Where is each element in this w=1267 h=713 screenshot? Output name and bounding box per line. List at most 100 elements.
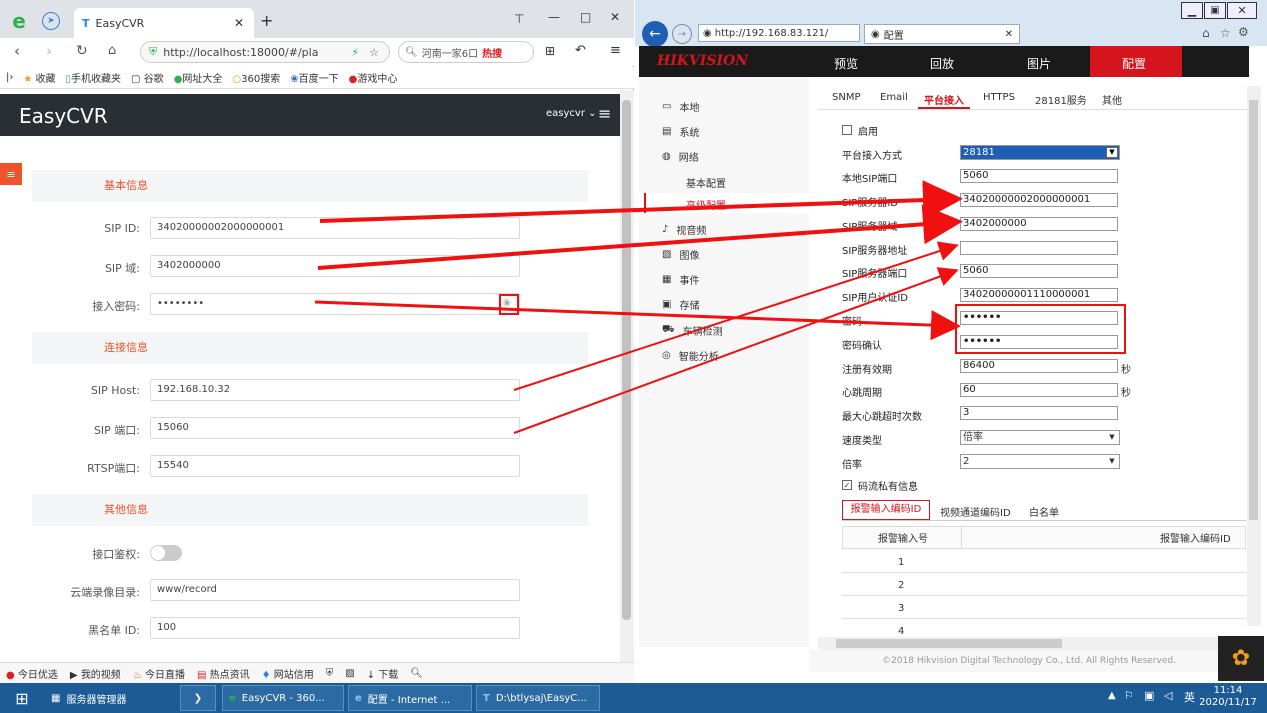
taskbar-clock[interactable]: 11:14 2020/11/17	[1198, 685, 1258, 709]
heartbeat-input[interactable]: 60	[960, 383, 1118, 397]
apps-grid-icon[interactable]: ⊞	[545, 44, 555, 58]
ie-maximize-icon[interactable]: ▣	[1204, 2, 1226, 19]
fav-item-2[interactable]: ▢ 谷歌	[131, 70, 164, 85]
fav-item-1[interactable]: ▯手机收藏夹	[66, 70, 122, 85]
tab-https[interactable]: HTTPS	[983, 92, 1015, 103]
ie-url-bar[interactable]: ◉ http://192.168.83.121/	[698, 24, 860, 42]
shirt-icon[interactable]: ⊤	[514, 12, 524, 26]
enable-checkbox[interactable]	[842, 125, 852, 135]
status-item-4[interactable]: ♦ 网站信用	[262, 666, 314, 681]
sidebar-item-vehicle[interactable]: ⛟ 车辆检测	[662, 323, 723, 338]
ie-forward-icon[interactable]: →	[672, 24, 692, 44]
ie-tab-config[interactable]: ◉ 配置 ✕	[864, 24, 1020, 44]
close-tab-icon[interactable]: ✕	[234, 16, 244, 30]
access-mode-select[interactable]: 28181 ▼	[960, 145, 1120, 160]
auth-toggle[interactable]	[150, 545, 182, 561]
tray-volume-icon[interactable]: ◁	[1164, 689, 1172, 702]
sip-server-id-input[interactable]: 34020000002000000001	[960, 193, 1118, 207]
status-item-3[interactable]: ▤ 热点资讯	[197, 666, 250, 681]
sidebar-item-storage[interactable]: ▣ 存储	[662, 297, 699, 312]
url-bar[interactable]: ⛨ http://localhost:18000/#/pla ⚡ ☆	[140, 41, 390, 63]
back-icon[interactable]: ‹	[14, 42, 20, 60]
recorder-app-icon[interactable]: ✿	[1218, 636, 1264, 681]
password-input[interactable]: ••••••••	[150, 293, 520, 315]
taskbar-powershell[interactable]: ❯	[180, 685, 216, 711]
main-menu-icon[interactable]: ≡	[610, 43, 621, 58]
fav-item-3[interactable]: ●网址大全	[174, 70, 223, 85]
user-menu[interactable]: easycvr ⌄	[546, 108, 597, 119]
hamburger-icon[interactable]: ≡	[598, 104, 611, 123]
ie-minimize-icon[interactable]: ▁	[1181, 2, 1203, 19]
home-icon[interactable]: ⌂	[108, 43, 116, 58]
sidebar-item-image[interactable]: ▧ 图像	[662, 247, 699, 262]
windows-start-icon[interactable]: ⊞	[10, 688, 34, 708]
sip-host-input[interactable]: 192.168.10.32	[150, 379, 520, 401]
nav-playback[interactable]: 回放	[930, 55, 954, 72]
sidebar-sub-advanced[interactable]: 高级配置	[686, 197, 726, 212]
taskbar-folder[interactable]: T D:\btlysaj\EasyC...	[476, 685, 600, 711]
status-item-0[interactable]: ● 今日优选	[6, 666, 58, 681]
rate-select[interactable]: 2 ▼	[960, 454, 1120, 469]
side-menu-toggle-icon[interactable]: ≡	[0, 163, 22, 185]
nav-preview[interactable]: 预览	[834, 55, 858, 72]
navigation-icon[interactable]: ➤	[42, 12, 60, 30]
tab-28181-service[interactable]: 28181服务	[1035, 92, 1087, 107]
close-window-icon[interactable]: ✕	[610, 10, 620, 24]
lightning-icon[interactable]: ⚡	[351, 46, 359, 59]
scrollbar-thumb[interactable]	[622, 100, 631, 620]
search-box[interactable]: 🔍︎ 河南一家6口 热搜	[398, 41, 534, 63]
tray-arrow-icon[interactable]: ▲	[1108, 690, 1116, 701]
status-item-5[interactable]: ↓ 下载	[367, 666, 399, 681]
fav-item-6[interactable]: ●游戏中心	[349, 70, 398, 85]
status-item-2[interactable]: ♨ 今日直播	[133, 666, 185, 681]
sidebar-item-local[interactable]: ▭ 本地	[662, 99, 699, 114]
tray-network-icon[interactable]: ▣	[1144, 689, 1154, 702]
tab-other[interactable]: 其他	[1102, 92, 1122, 107]
taskbar-easycvr[interactable]: e EasyCVR - 360...	[222, 685, 344, 711]
sidebar-toggle-icon[interactable]: |›	[6, 72, 13, 83]
max-timeout-input[interactable]: 3	[960, 406, 1118, 420]
ie-close-icon[interactable]: ✕	[1227, 2, 1257, 19]
fav-item-5[interactable]: ❀百度一下	[290, 70, 338, 85]
ie-close-tab-icon[interactable]: ✕	[1005, 29, 1013, 40]
reload-icon[interactable]: ↻	[76, 43, 88, 59]
stream-private-checkbox[interactable]: ✓	[842, 480, 852, 490]
zoom-icon[interactable]: 🔍︎	[410, 668, 423, 679]
speed-type-select[interactable]: 倍率 ▼	[960, 430, 1120, 445]
nav-config[interactable]: 配置	[1122, 55, 1146, 72]
local-sip-port-input[interactable]: 5060	[960, 169, 1118, 183]
hik-scrollbar-thumb[interactable]	[1249, 100, 1258, 520]
sidebar-item-event[interactable]: ▦ 事件	[662, 272, 699, 287]
tab-easycvr[interactable]: T EasyCVR ✕	[74, 8, 254, 38]
fav-item-0[interactable]: ★ 收藏	[23, 70, 55, 85]
image-icon[interactable]: ▨	[345, 668, 354, 679]
tray-lang[interactable]: 英	[1184, 689, 1195, 705]
tab-email[interactable]: Email	[880, 92, 908, 103]
rtsp-port-input[interactable]: 15540	[150, 455, 520, 477]
sidebar-sub-basic[interactable]: 基本配置	[686, 175, 726, 190]
forward-icon[interactable]: ›	[46, 42, 52, 60]
ie-favorites-icon[interactable]: ☆	[1220, 26, 1231, 40]
record-dir-input[interactable]: www/record	[150, 579, 520, 601]
tray-flag-icon[interactable]: ⚐	[1124, 689, 1134, 702]
undo-icon[interactable]: ↶	[575, 43, 586, 58]
sip-domain-input[interactable]: 3402000000	[150, 255, 520, 277]
nav-pictures[interactable]: 图片	[1027, 55, 1051, 72]
reg-valid-input[interactable]: 86400	[960, 359, 1118, 373]
maximize-icon[interactable]: □	[580, 10, 591, 24]
tab-video-channel-id[interactable]: 视频通道编码ID	[940, 504, 1011, 519]
taskbar-ie[interactable]: e 配置 - Internet ...	[348, 685, 472, 711]
status-item-1[interactable]: ▶ 我的视频	[70, 666, 121, 681]
sip-server-port-input[interactable]: 5060	[960, 264, 1118, 278]
tab-snmp[interactable]: SNMP	[832, 92, 861, 103]
new-tab-icon[interactable]: +	[260, 11, 273, 30]
star-dropdown-icon[interactable]: ☆	[369, 46, 379, 59]
taskbar-server-manager[interactable]: ▦ 服务器管理器	[44, 685, 174, 711]
shield-icon[interactable]: ⛨	[326, 668, 334, 679]
sip-port-input[interactable]: 15060	[150, 417, 520, 439]
sidebar-item-network[interactable]: ◍ 网络	[662, 149, 699, 164]
sidebar-item-video-audio[interactable]: ♪ 视音频	[662, 222, 706, 237]
ie-back-icon[interactable]: ←	[642, 21, 668, 47]
tab-platform-access[interactable]: 平台接入	[924, 92, 964, 107]
sidebar-item-system[interactable]: ▤ 系统	[662, 124, 699, 139]
